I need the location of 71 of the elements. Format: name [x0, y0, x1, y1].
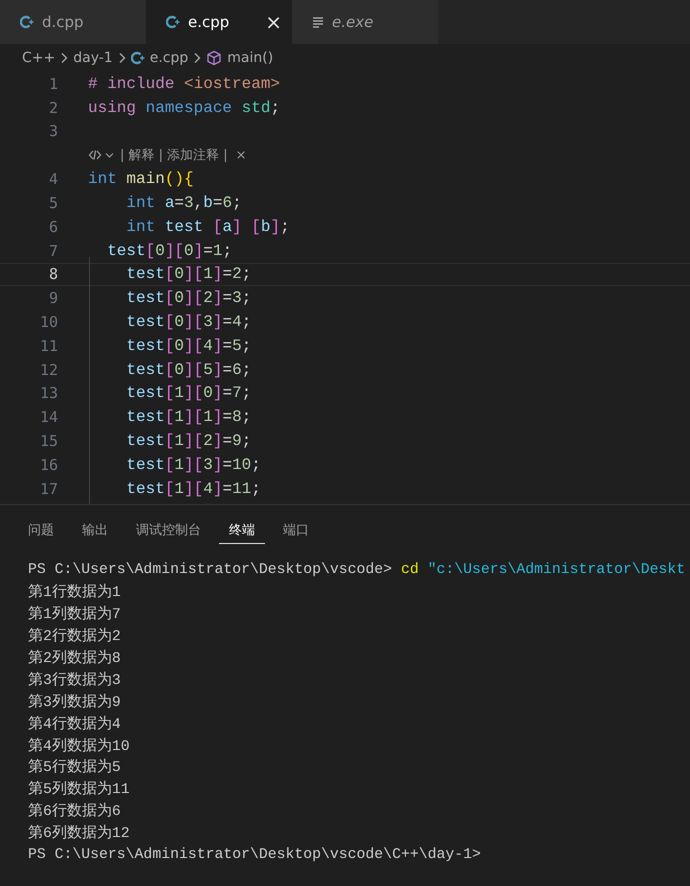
- editor-tab[interactable]: d.cpp: [0, 0, 146, 44]
- line-number: 6: [48, 218, 58, 236]
- breadcrumb-item[interactable]: C++: [22, 50, 56, 66]
- line-number: 17: [38, 480, 58, 498]
- code-line: test[0][2]=3;: [125, 289, 252, 308]
- terminal-line: 第5列数据为11: [28, 780, 131, 800]
- code-line: test[1][2]=9;: [125, 432, 252, 450]
- cpp-file-icon: [130, 51, 145, 65]
- line-number: 9: [48, 289, 58, 308]
- code-line: test[1][3]=10;: [125, 456, 261, 474]
- editor-tab[interactable]: e.cpp ×: [146, 0, 292, 44]
- code-line: test[1][1]=8;: [125, 408, 252, 426]
- terminal-line: 第6行数据为6: [28, 802, 122, 822]
- cpp-file-icon: [166, 15, 180, 29]
- breadcrumb-item[interactable]: e.cpp: [150, 50, 188, 66]
- line-number: 2: [48, 98, 58, 117]
- close-button[interactable]: ×: [236, 148, 247, 163]
- terminal-line: PS C:\Users\Administrator\Desktop\vscode> cd "c:\Users\Administrator\Deskt: [28, 560, 686, 580]
- codelens-actions[interactable]: | 解释 | 添加注释 |: [120, 146, 228, 164]
- terminal-line: 第1列数据为7: [28, 604, 122, 625]
- link-chevron-icon[interactable]: [88, 149, 116, 162]
- line-number: 8: [48, 265, 58, 284]
- line-number: 13: [38, 384, 58, 402]
- cpp-file-icon: [20, 15, 34, 29]
- terminal-line: 第4行数据为4: [28, 714, 122, 734]
- code-line: int a=3,b=6;: [125, 194, 242, 212]
- panel-tab[interactable]: 问题: [18, 512, 64, 544]
- panel-tab[interactable]: 端口: [273, 512, 319, 544]
- line-number: 16: [38, 456, 58, 474]
- line-number: 3: [48, 122, 58, 140]
- terminal-line: 第3行数据为3: [28, 670, 122, 690]
- text-file-icon: [312, 16, 324, 28]
- line-number: 5: [48, 194, 58, 212]
- line-number: 4: [48, 170, 58, 188]
- code-line: test[0][5]=6;: [125, 360, 252, 379]
- line-number: 10: [38, 313, 58, 332]
- line-number: 15: [38, 432, 58, 450]
- panel-tab[interactable]: 输出: [72, 512, 118, 544]
- line-number: 11: [38, 336, 58, 355]
- cube-icon: [206, 50, 222, 66]
- line-number: 14: [38, 408, 58, 426]
- panel-tab[interactable]: 终端: [219, 512, 265, 544]
- terminal-line: 第3列数据为9: [28, 692, 122, 712]
- code-line: int main(){: [88, 170, 194, 188]
- chevron-icon: [193, 52, 202, 64]
- line-number: 12: [38, 360, 58, 379]
- terminal-line: 第4列数据为10: [28, 736, 131, 756]
- chevron-icon: [60, 52, 68, 64]
- panel-tab[interactable]: 调试控制台: [126, 512, 211, 544]
- terminal-line: 第2行数据为2: [28, 626, 122, 647]
- breadcrumb-item[interactable]: day-1: [73, 50, 113, 66]
- code-line: test[0][0]=1;: [106, 242, 232, 260]
- terminal-line: 第6列数据为12: [28, 824, 131, 844]
- close-button[interactable]: ×: [265, 10, 282, 34]
- editor-tab[interactable]: e.exe: [292, 0, 438, 44]
- line-number: 1: [48, 74, 58, 93]
- code-line: test[0][3]=4;: [125, 313, 252, 332]
- line-number: 7: [48, 242, 58, 260]
- code-line: # include <iostream>: [88, 74, 280, 93]
- code-line: int test [a] [b];: [125, 218, 290, 236]
- code-line: test[0][1]=2;: [125, 265, 252, 284]
- code-line: test[1][4]=11;: [125, 480, 261, 498]
- code-line: test[0][4]=5;: [125, 336, 252, 355]
- chevron-icon: [118, 52, 126, 64]
- code-line: test[1][0]=7;: [125, 384, 252, 402]
- terminal-line: 第5行数据为5: [28, 758, 122, 778]
- terminal-line: 第2列数据为8: [28, 648, 122, 668]
- code-line: using namespace std;: [88, 98, 280, 117]
- terminal-line: PS C:\Users\Administrator\Desktop\vscode\C++\day-1>: [28, 846, 482, 865]
- terminal-line: 第1行数据为1: [28, 582, 122, 603]
- breadcrumb-item[interactable]: main(): [227, 50, 274, 66]
